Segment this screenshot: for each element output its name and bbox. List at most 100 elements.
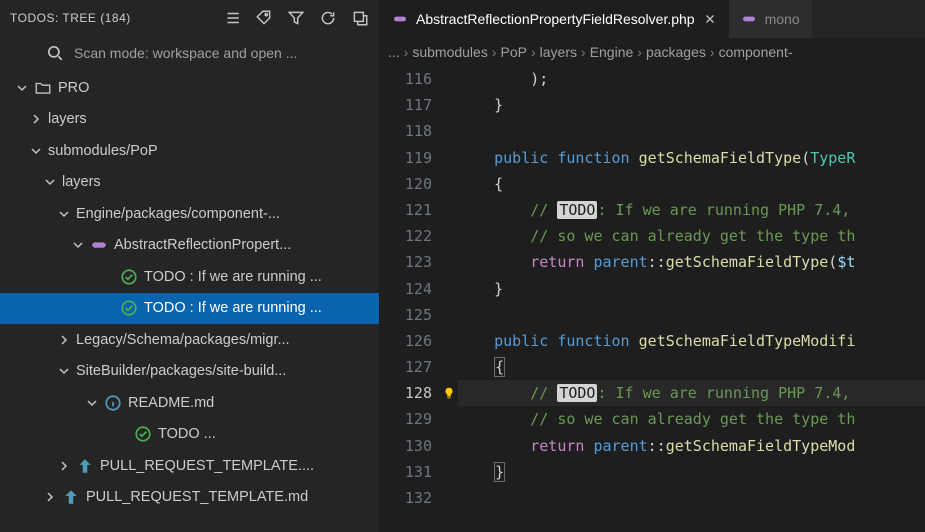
sidebar-header: TODOS: TREE (184) bbox=[0, 0, 379, 36]
md-icon bbox=[76, 457, 94, 475]
line-number: 122 bbox=[380, 223, 432, 249]
line-number: 123 bbox=[380, 249, 432, 275]
line-number: 131 bbox=[380, 459, 432, 485]
tree-row[interactable]: TODO : If we are running ... bbox=[0, 293, 379, 325]
tree-label: Engine/packages/component-... bbox=[76, 206, 280, 222]
chevron-right-icon[interactable] bbox=[28, 111, 44, 127]
code[interactable]: ); } public function getSchemaFieldType(… bbox=[458, 66, 925, 532]
tab-label: mono bbox=[765, 11, 800, 27]
check-icon bbox=[120, 268, 138, 286]
tree-row[interactable]: Engine/packages/component-... bbox=[0, 198, 379, 230]
line-number: 129 bbox=[380, 406, 432, 432]
tree-row[interactable]: layers bbox=[0, 104, 379, 136]
php-icon bbox=[741, 11, 757, 27]
tree-label: layers bbox=[48, 111, 87, 127]
tree-label: TODO ... bbox=[158, 426, 216, 442]
tree-row[interactable]: Legacy/Schema/packages/migr... bbox=[0, 324, 379, 356]
list-icon[interactable] bbox=[223, 9, 241, 27]
tree-row[interactable]: README.md bbox=[0, 387, 379, 419]
search-icon bbox=[46, 44, 64, 62]
sidebar-actions bbox=[223, 9, 369, 27]
code-area: 1161171181191201211221231241251261271281… bbox=[380, 66, 925, 532]
breadcrumb-item[interactable]: submodules bbox=[412, 44, 488, 60]
chevron-right-icon[interactable] bbox=[42, 489, 58, 505]
line-number: 124 bbox=[380, 276, 432, 302]
md-icon bbox=[62, 488, 80, 506]
tree-row[interactable]: AbstractReflectionPropert... bbox=[0, 230, 379, 262]
tree-label: PULL_REQUEST_TEMPLATE.... bbox=[100, 458, 314, 474]
chevron-right-icon: › bbox=[404, 44, 409, 60]
chevron-right-icon[interactable] bbox=[56, 332, 72, 348]
gutter: 1161171181191201211221231241251261271281… bbox=[380, 66, 458, 532]
line-number: 127 bbox=[380, 354, 432, 380]
tree-label: layers bbox=[62, 174, 101, 190]
line-number: 126 bbox=[380, 328, 432, 354]
chevron-right-icon: › bbox=[492, 44, 497, 60]
tree-label: PRO bbox=[58, 80, 89, 96]
breadcrumbs[interactable]: ... › submodules › PoP › layers › Engine… bbox=[380, 38, 925, 66]
breadcrumb-item[interactable]: PoP bbox=[501, 44, 527, 60]
tree-row[interactable]: SiteBuilder/packages/site-build... bbox=[0, 356, 379, 388]
tab-label: AbstractReflectionPropertyFieldResolver.… bbox=[416, 11, 695, 27]
duplicate-icon[interactable] bbox=[351, 9, 369, 27]
tree-label: TODO : If we are running ... bbox=[144, 269, 322, 285]
tree-row[interactable]: PULL_REQUEST_TEMPLATE.... bbox=[0, 450, 379, 482]
search-mode-label: Scan mode: workspace and open ... bbox=[74, 45, 297, 61]
chevron-right-icon: › bbox=[710, 44, 715, 60]
breadcrumb-item[interactable]: component- bbox=[719, 44, 793, 60]
folder-icon bbox=[34, 79, 52, 97]
tree-row[interactable]: TODO ... bbox=[0, 419, 379, 451]
tabs: AbstractReflectionPropertyFieldResolver.… bbox=[380, 0, 925, 38]
line-number: 119 bbox=[380, 145, 432, 171]
tree-label: PULL_REQUEST_TEMPLATE.md bbox=[86, 489, 308, 505]
editor: AbstractReflectionPropertyFieldResolver.… bbox=[380, 0, 925, 532]
breadcrumb-item[interactable]: packages bbox=[646, 44, 706, 60]
chevron-down-icon[interactable] bbox=[42, 174, 58, 190]
sidebar: TODOS: TREE (184) Scan mode: workspace a… bbox=[0, 0, 380, 532]
line-number: 117 bbox=[380, 92, 432, 118]
php-icon bbox=[392, 11, 408, 27]
line-number: 128 bbox=[380, 380, 432, 406]
check-icon bbox=[134, 425, 152, 443]
chevron-down-icon[interactable] bbox=[56, 363, 72, 379]
breadcrumb-item[interactable]: layers bbox=[540, 44, 577, 60]
chevron-right-icon[interactable] bbox=[56, 458, 72, 474]
tree: PRO layers submodules/PoP layers Engine/pack… bbox=[0, 70, 379, 532]
tree-row[interactable]: layers bbox=[0, 167, 379, 199]
tab-active[interactable]: AbstractReflectionPropertyFieldResolver.… bbox=[380, 0, 729, 38]
chevron-right-icon: › bbox=[581, 44, 586, 60]
chevron-right-icon: › bbox=[637, 44, 642, 60]
tree-row[interactable]: TODO : If we are running ... bbox=[0, 261, 379, 293]
check-icon bbox=[120, 299, 138, 317]
tree-label: TODO : If we are running ... bbox=[144, 300, 322, 316]
chevron-down-icon[interactable] bbox=[28, 143, 44, 159]
chevron-down-icon[interactable] bbox=[70, 237, 86, 253]
tree-label: submodules/PoP bbox=[48, 143, 158, 159]
chevron-right-icon: › bbox=[531, 44, 536, 60]
line-number: 116 bbox=[380, 66, 432, 92]
tree-label: SiteBuilder/packages/site-build... bbox=[76, 363, 286, 379]
tab-inactive[interactable]: mono bbox=[729, 0, 812, 38]
info-icon bbox=[104, 394, 122, 412]
tree-row[interactable]: PULL_REQUEST_TEMPLATE.md bbox=[0, 482, 379, 514]
line-number: 121 bbox=[380, 197, 432, 223]
line-number: 120 bbox=[380, 171, 432, 197]
breadcrumb-item[interactable]: ... bbox=[388, 44, 400, 60]
chevron-down-icon[interactable] bbox=[56, 206, 72, 222]
close-icon[interactable] bbox=[703, 12, 717, 26]
tree-row[interactable]: PRO bbox=[0, 72, 379, 104]
chevron-down-icon[interactable] bbox=[14, 80, 30, 96]
sidebar-title: TODOS: TREE (184) bbox=[10, 11, 223, 25]
line-number: 130 bbox=[380, 433, 432, 459]
tree-label: Legacy/Schema/packages/migr... bbox=[76, 332, 290, 348]
filter-icon[interactable] bbox=[287, 9, 305, 27]
tree-row[interactable]: submodules/PoP bbox=[0, 135, 379, 167]
tree-label: AbstractReflectionPropert... bbox=[114, 237, 291, 253]
breadcrumb-item[interactable]: Engine bbox=[590, 44, 634, 60]
search-row[interactable]: Scan mode: workspace and open ... bbox=[0, 36, 379, 70]
line-number: 118 bbox=[380, 118, 432, 144]
chevron-down-icon[interactable] bbox=[84, 395, 100, 411]
refresh-icon[interactable] bbox=[319, 9, 337, 27]
lightbulb-icon[interactable] bbox=[442, 386, 456, 400]
tag-icon[interactable] bbox=[255, 9, 273, 27]
